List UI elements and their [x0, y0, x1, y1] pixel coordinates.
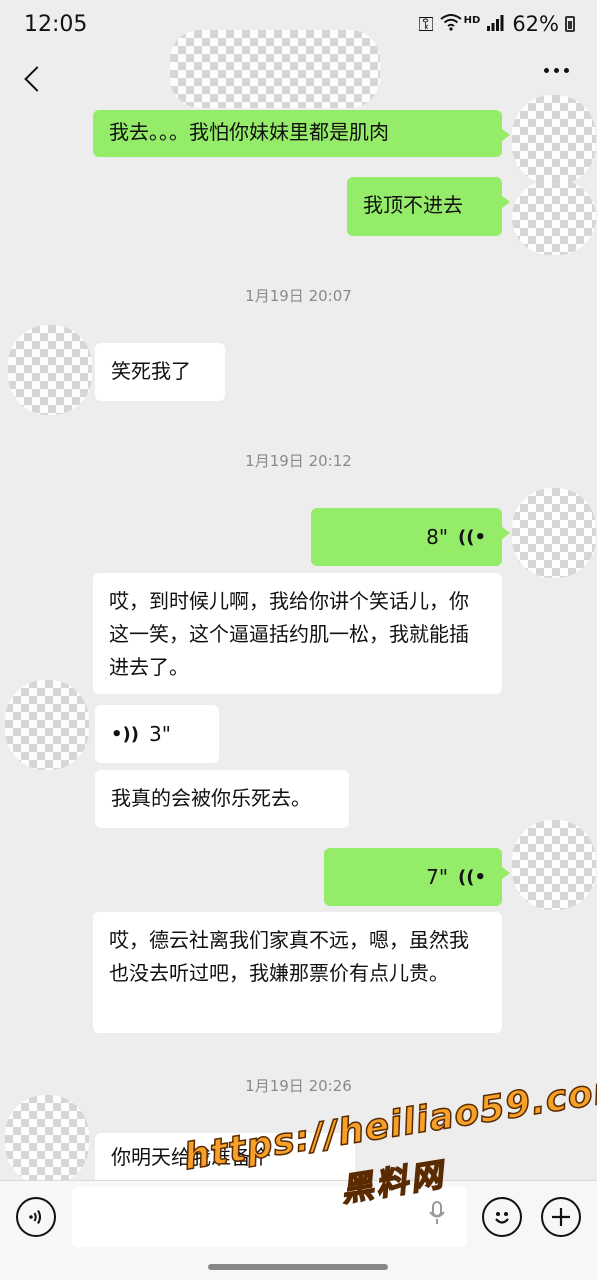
timestamp: 1月19日 20:07 — [245, 287, 352, 305]
voice-message-sent-2[interactable]: 7" ((• — [324, 848, 510, 906]
voice-input-icon[interactable] — [16, 1197, 56, 1237]
voice-wave-icon: ((• — [458, 526, 486, 548]
status-time: 12:05 — [24, 12, 88, 37]
avatar-self[interactable] — [512, 180, 596, 255]
message-text: 我顶不进去 — [363, 193, 463, 217]
voice-message-received-1[interactable]: •)) 3" — [95, 705, 219, 763]
message-text: 我去。。。我怕你妹妹里都是肌肉 — [109, 120, 389, 144]
avatar-self[interactable] — [512, 95, 596, 185]
more-dots-icon[interactable] — [544, 68, 569, 73]
chat-title-redacted — [170, 30, 380, 108]
mic-icon[interactable] — [428, 1201, 446, 1231]
avatar-friend[interactable] — [8, 325, 92, 415]
avatar-friend[interactable] — [5, 1095, 89, 1185]
avatar-friend[interactable] — [5, 680, 89, 770]
message-received-2[interactable]: 哎，到时候儿啊，我给你讲个笑话儿，你这一笑，这个逼逼括约肌一松，我就能插进去了。 — [93, 573, 502, 694]
hd-label: HD — [463, 14, 481, 26]
battery-percent: 62% — [512, 12, 559, 36]
voice-duration: 3" — [148, 721, 171, 746]
signal-icon — [486, 12, 504, 36]
voice-duration: 8" — [426, 524, 449, 549]
message-text: 哎，到时候儿啊，我给你讲个笑话儿，你这一笑，这个逼逼括约肌一松，我就能插进去了。 — [109, 589, 469, 679]
message-received-3[interactable]: 我真的会被你乐死去。 — [95, 770, 349, 828]
voice-duration: 7" — [426, 864, 449, 889]
avatar-self[interactable] — [512, 488, 596, 578]
voice-wave-icon: •)) — [111, 723, 139, 745]
message-text: 我真的会被你乐死去。 — [111, 786, 311, 810]
message-text: 哎，德云社离我们家真不远，嗯，虽然我也没去听过吧，我嫌那票价有点儿贵。 — [109, 928, 469, 985]
plus-icon[interactable] — [541, 1197, 581, 1237]
home-indicator — [208, 1264, 388, 1270]
key-icon: ⚿ — [418, 12, 434, 36]
status-icons: ⚿ HD 62% — [418, 12, 575, 36]
message-text: 笑死我了 — [111, 359, 191, 383]
voice-message-sent-1[interactable]: 8" ((• — [311, 508, 510, 566]
message-received-4[interactable]: 哎，德云社离我们家真不远，嗯，虽然我也没去听过吧，我嫌那票价有点儿贵。 — [93, 912, 502, 1033]
message-sent-1[interactable]: 我去。。。我怕你妹妹里都是肌肉 — [93, 110, 510, 157]
wifi-icon — [440, 12, 462, 36]
battery-icon — [565, 16, 575, 32]
emoji-icon[interactable] — [482, 1197, 522, 1237]
avatar-self[interactable] — [512, 820, 596, 910]
timestamp: 1月19日 20:12 — [245, 452, 352, 470]
back-chevron-icon[interactable] — [20, 62, 50, 98]
message-received-1[interactable]: 笑死我了 — [95, 343, 225, 401]
message-sent-2[interactable]: 我顶不进去 — [347, 177, 510, 236]
voice-wave-icon: ((• — [458, 866, 486, 888]
